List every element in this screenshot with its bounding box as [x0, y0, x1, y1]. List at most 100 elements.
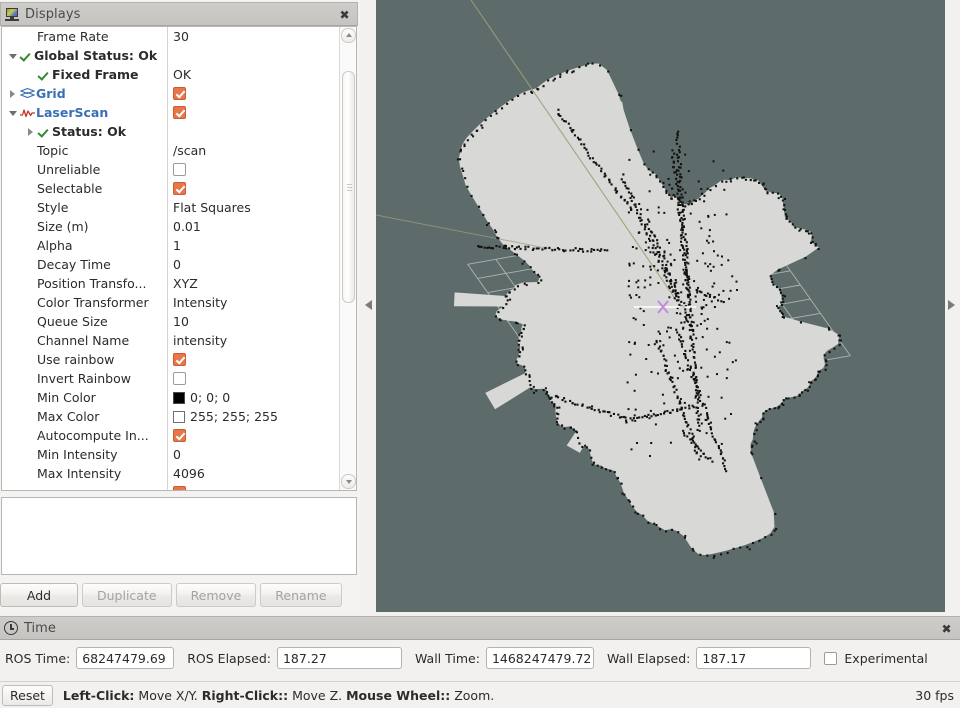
tree-row-value-cell[interactable]: 0.01 — [167, 217, 340, 236]
wall-elapsed-input[interactable]: 187.17 — [696, 647, 812, 669]
scroll-up-arrow-icon[interactable] — [341, 28, 356, 43]
tree-row-value-cell[interactable]: 4096 — [167, 464, 340, 483]
3d-render-view[interactable] — [376, 0, 945, 612]
tree-row[interactable]: Use rainbow — [2, 350, 340, 369]
tree-row[interactable]: Invert Rainbow — [2, 369, 340, 388]
tree-row-value-cell[interactable] — [167, 46, 340, 65]
tree-row-value-cell[interactable] — [167, 426, 340, 445]
tree-row[interactable]: Fixed Frame OK — [2, 65, 340, 84]
add-button[interactable]: Add — [0, 583, 78, 607]
tree-row-value-cell[interactable] — [167, 483, 340, 490]
tree-row-value-cell[interactable]: intensity — [167, 331, 340, 350]
tree-row-value-cell[interactable]: 30 — [167, 27, 340, 46]
enable-checkbox[interactable] — [173, 429, 186, 442]
tree-row[interactable]: Grid — [2, 84, 340, 103]
tree-row[interactable]: Global Status: Ok — [2, 46, 340, 65]
tree-row-value-cell[interactable]: OK — [167, 65, 340, 84]
experimental-checkbox[interactable] — [824, 651, 838, 665]
status-ok-check-icon — [19, 46, 34, 65]
tree-row[interactable]: Alpha 1 — [2, 236, 340, 255]
tree-row[interactable]: Max Intensity 4096 — [2, 464, 340, 483]
left-splitter[interactable] — [362, 0, 376, 612]
tree-row[interactable]: Decay Time 0 — [2, 255, 340, 274]
tree-row-label: Unreliable — [37, 162, 101, 177]
tree-row-value: 255; 255; 255 — [190, 409, 278, 424]
tree-row-value-cell[interactable] — [167, 350, 340, 369]
tree-row-value-cell[interactable]: /scan — [167, 141, 340, 160]
tree-row-value-cell[interactable]: Flat Squares — [167, 198, 340, 217]
tree-row[interactable]: Size (m) 0.01 — [2, 217, 340, 236]
enable-checkbox[interactable] — [173, 353, 186, 366]
reset-button[interactable]: Reset — [2, 684, 53, 706]
laserscan-icon — [19, 103, 36, 122]
tree-row-label: Size (m) — [37, 219, 89, 234]
close-icon[interactable]: ✖ — [938, 620, 955, 637]
tree-row-value-cell[interactable] — [167, 122, 340, 141]
tree-row[interactable]: Position Transfo... XYZ — [2, 274, 340, 293]
enable-checkbox[interactable] — [173, 87, 186, 100]
expand-collapse-arrow-down-icon[interactable] — [6, 103, 19, 122]
experimental-checkbox-group[interactable]: Experimental — [824, 651, 933, 666]
tree-vertical-scrollbar[interactable] — [339, 27, 356, 490]
tree-row-value-cell[interactable]: 0 — [167, 255, 340, 274]
tree-row[interactable]: LaserScan — [2, 103, 340, 122]
tree-twist-spacer — [24, 179, 37, 198]
tree-twist-spacer — [24, 350, 37, 369]
tree-row[interactable]: Style Flat Squares — [2, 198, 340, 217]
enable-checkbox[interactable] — [173, 106, 186, 119]
tree-row[interactable]: Min Color 0; 0; 0 — [2, 388, 340, 407]
enable-checkbox[interactable] — [173, 182, 186, 195]
tree-row[interactable]: Frame Rate 30 — [2, 27, 340, 46]
tree-row-value-cell[interactable]: 1 — [167, 236, 340, 255]
tree-row-label: Grid — [36, 86, 66, 101]
tree-row-partial[interactable] — [2, 483, 340, 490]
tree-row-value-cell[interactable] — [167, 160, 340, 179]
tree-row-value-cell[interactable]: 255; 255; 255 — [167, 407, 340, 426]
expand-collapse-arrow-right-icon[interactable] — [6, 84, 19, 103]
tree-row-value-cell[interactable]: 0; 0; 0 — [167, 388, 340, 407]
enable-checkbox[interactable] — [173, 163, 186, 176]
tree-row[interactable]: Min Intensity 0 — [2, 445, 340, 464]
tree-row[interactable]: Unreliable — [2, 160, 340, 179]
tree-row-value-cell[interactable]: 0 — [167, 445, 340, 464]
color-swatch[interactable] — [173, 410, 185, 423]
tree-row[interactable]: Status: Ok — [2, 122, 340, 141]
tree-row[interactable]: Selectable — [2, 179, 340, 198]
right-splitter[interactable] — [945, 0, 960, 612]
tree-row-label: Frame Rate — [37, 29, 109, 44]
color-swatch[interactable] — [173, 391, 185, 404]
experimental-label: Experimental — [844, 650, 928, 666]
tree-row-name-cell: Channel Name — [2, 331, 167, 350]
tree-row-value-cell[interactable] — [167, 84, 340, 103]
close-icon[interactable]: ✖ — [336, 6, 353, 23]
tree-row-value: 4096 — [173, 466, 205, 481]
tree-row-name-cell: Size (m) — [2, 217, 167, 236]
collapse-left-arrow-icon[interactable] — [365, 300, 372, 310]
tree-row-value-cell[interactable]: 10 — [167, 312, 340, 331]
tree-row[interactable]: Topic/scan — [2, 141, 340, 160]
ros-elapsed-input[interactable]: 187.27 — [276, 647, 402, 669]
tree-row[interactable]: Autocompute In... — [2, 426, 340, 445]
scrollbar-thumb[interactable] — [342, 71, 355, 303]
expand-collapse-arrow-down-icon[interactable] — [6, 46, 19, 65]
tree-row-value: 1 — [173, 238, 181, 253]
enable-checkbox[interactable] — [173, 372, 186, 385]
tree-row-value-cell[interactable] — [167, 369, 340, 388]
tree-row[interactable]: Channel Name intensity — [2, 331, 340, 350]
tree-row-value-cell[interactable]: Intensity — [167, 293, 340, 312]
tree-row[interactable]: Color Transformer Intensity — [2, 293, 340, 312]
tree-row[interactable]: Max Color 255; 255; 255 — [2, 407, 340, 426]
tree-row-value-cell[interactable] — [167, 179, 340, 198]
tree-row-value-cell[interactable]: XYZ — [167, 274, 340, 293]
wall-time-input[interactable]: 1468247479.72 — [485, 647, 594, 669]
enable-checkbox[interactable] — [173, 486, 186, 490]
ros-time-input[interactable]: 68247479.69 — [76, 647, 175, 669]
scroll-down-arrow-icon[interactable] — [341, 474, 356, 489]
tree-row[interactable]: Queue Size 10 — [2, 312, 340, 331]
tree-row-label: Fixed Frame — [52, 67, 139, 82]
expand-collapse-arrow-right-icon[interactable] — [24, 122, 37, 141]
tree-row-value-cell[interactable] — [167, 103, 340, 122]
displays-tree[interactable]: Frame Rate 30 Global Status: Ok Fixed Frame… — [1, 26, 357, 491]
tree-row-name-cell: Selectable — [2, 179, 167, 198]
collapse-right-arrow-icon[interactable] — [948, 300, 955, 310]
